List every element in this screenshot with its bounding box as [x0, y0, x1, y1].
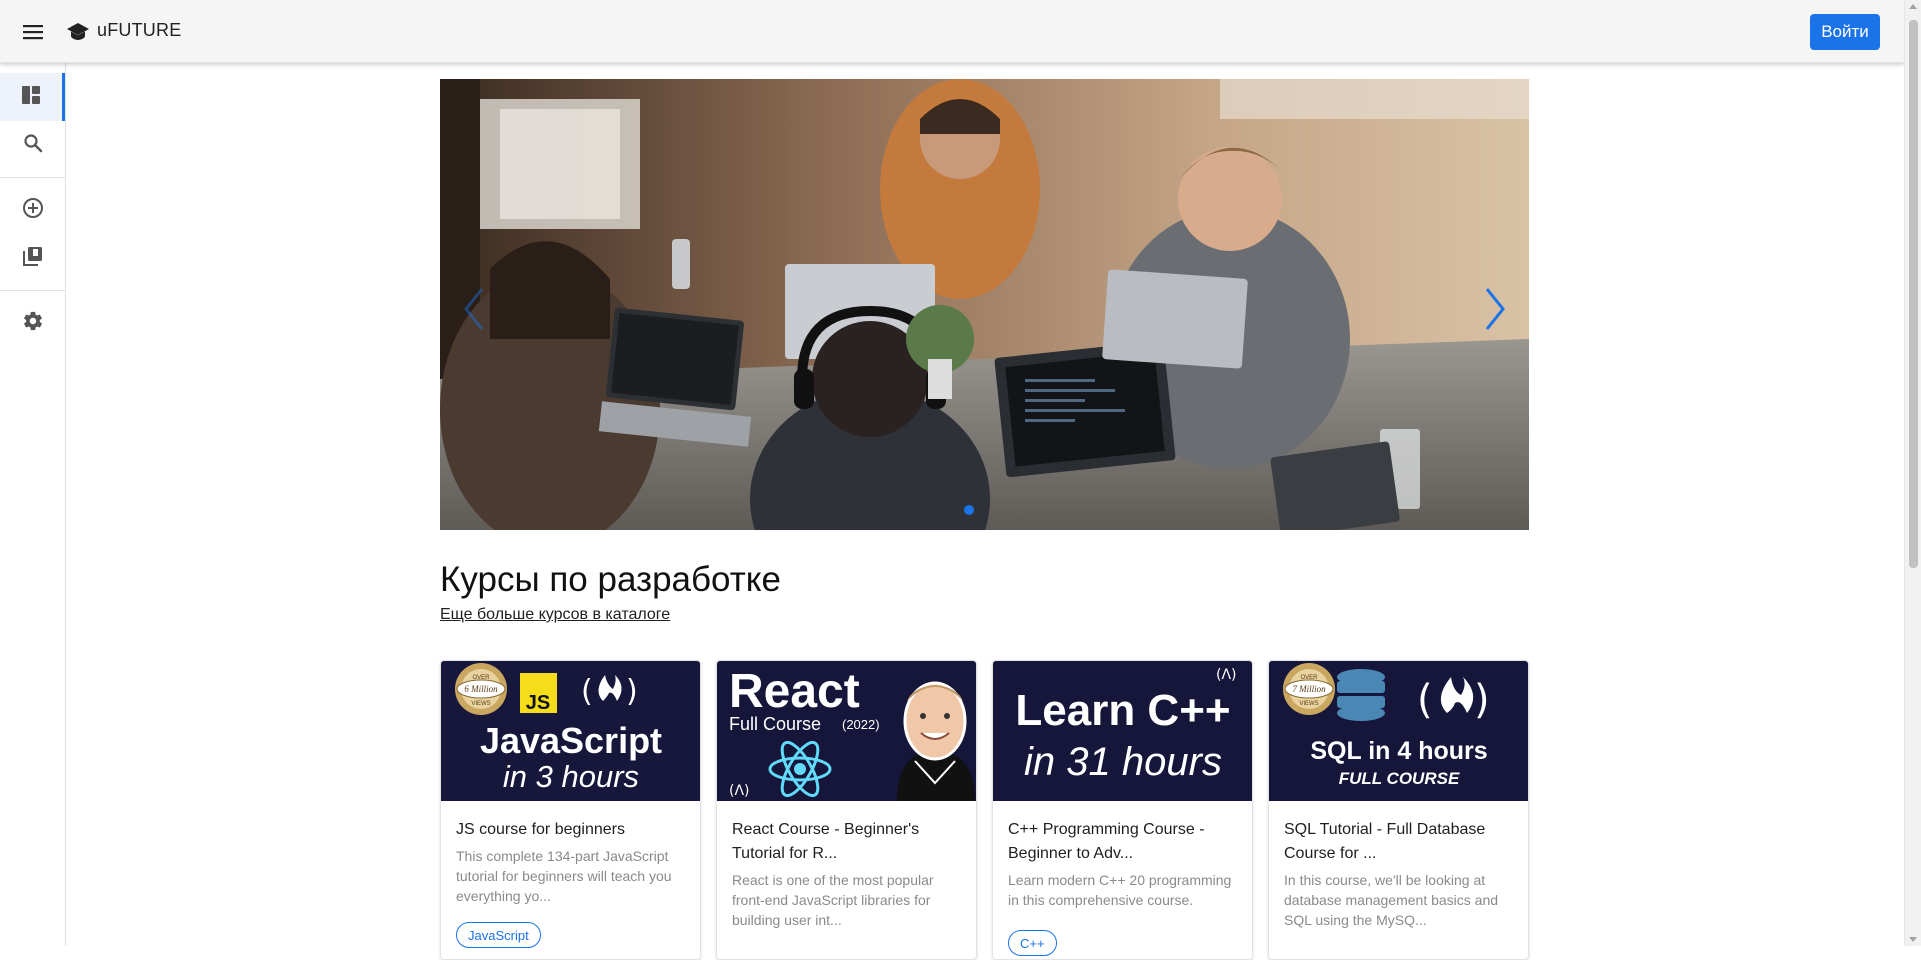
section-title: Курсы по разработке: [440, 560, 781, 599]
carousel-prev-button[interactable]: [454, 279, 494, 339]
course-title[interactable]: JS course for beginners: [456, 818, 691, 842]
course-title[interactable]: React Course - Beginner's Tutorial for R…: [732, 818, 967, 866]
svg-text:in 3 hours: in 3 hours: [503, 759, 639, 794]
app-bar: uFUTURE Войти: [0, 0, 1904, 63]
catalog-link[interactable]: Еще больше курсов в каталоге: [440, 606, 670, 624]
scrollbar-thumb[interactable]: [1909, 20, 1918, 568]
sidebar-item-search[interactable]: [0, 121, 65, 169]
course-thumbnail: OVER 6 Million VIEWS JS ( ) JavaScript i…: [441, 661, 700, 801]
scroll-up-arrow[interactable]: [1909, 4, 1917, 9]
hero-carousel[interactable]: [440, 79, 1529, 530]
course-description: In this course, we'll be looking at data…: [1284, 872, 1499, 928]
svg-text:in 31 hours: in 31 hours: [1024, 740, 1222, 784]
svg-text:FULL COURSE: FULL COURSE: [1339, 769, 1460, 788]
carousel-indicator[interactable]: [964, 505, 974, 515]
search-icon: [23, 133, 43, 158]
login-button[interactable]: Войти: [1810, 14, 1880, 50]
sidebar-item-create[interactable]: [0, 186, 65, 234]
course-tag[interactable]: JavaScript: [456, 922, 541, 948]
course-card-sql[interactable]: OVER 7 Million VIEWS ( ) SQL in 4 hours …: [1268, 660, 1529, 960]
svg-text:7 Million: 7 Million: [1292, 684, 1326, 694]
sidebar-item-settings[interactable]: [0, 299, 65, 347]
sidebar-item-library[interactable]: [0, 234, 65, 282]
sidebar-divider: [0, 290, 65, 291]
course-title[interactable]: SQL Tutorial - Full Database Course for …: [1284, 818, 1519, 866]
menu-icon[interactable]: [20, 19, 46, 45]
svg-text:6 Million: 6 Million: [464, 684, 498, 694]
course-card-react[interactable]: React Full Course (2022) (ᐱ) React Cours…: [716, 660, 977, 960]
dashboard-icon: [21, 85, 41, 110]
svg-text:): ): [626, 674, 638, 709]
sidebar: [0, 63, 66, 946]
svg-text:Full Course: Full Course: [729, 714, 821, 734]
course-description: Learn modern C++ 20 programming in this …: [1008, 872, 1232, 908]
svg-text:): ): [1474, 677, 1490, 723]
svg-text:(: (: [1417, 677, 1433, 723]
carousel-next-button[interactable]: [1475, 279, 1515, 339]
svg-text:JavaScript: JavaScript: [480, 720, 662, 761]
svg-text:OVER: OVER: [472, 675, 490, 681]
svg-text:JS: JS: [526, 692, 550, 714]
svg-text:React: React: [729, 665, 860, 718]
chevron-left-icon: [454, 288, 494, 343]
hero-photo: [440, 79, 1529, 530]
svg-text:(2022): (2022): [842, 717, 880, 732]
course-description: React is one of the most popular front-e…: [732, 872, 934, 928]
chevron-right-icon: [1475, 288, 1515, 343]
vertical-scrollbar[interactable]: [1904, 0, 1921, 946]
course-thumbnail: React Full Course (2022) (ᐱ): [717, 661, 976, 801]
course-card-cpp[interactable]: (ᐱ) Learn C++ in 31 hours C++ Programmin…: [992, 660, 1253, 960]
sidebar-divider: [0, 177, 65, 178]
course-description: This complete 134-part JavaScript tutori…: [456, 848, 672, 904]
svg-text:VIEWS: VIEWS: [471, 701, 490, 707]
svg-text:Learn C++: Learn C++: [1015, 686, 1230, 735]
svg-text:OVER: OVER: [1300, 675, 1318, 681]
sidebar-item-dashboard[interactable]: [0, 73, 65, 121]
course-tag[interactable]: C++: [1008, 930, 1057, 956]
course-card-js[interactable]: OVER 6 Million VIEWS JS ( ) JavaScript i…: [440, 660, 701, 960]
brand-name[interactable]: uFUTURE: [97, 20, 181, 41]
add-circle-icon: [22, 197, 44, 224]
course-thumbnail: OVER 7 Million VIEWS ( ) SQL in 4 hours …: [1269, 661, 1528, 801]
scroll-down-arrow[interactable]: [1909, 937, 1917, 942]
svg-text:SQL in 4 hours: SQL in 4 hours: [1310, 737, 1487, 765]
svg-text:(ᐱ): (ᐱ): [729, 783, 750, 799]
svg-text:VIEWS: VIEWS: [1299, 701, 1318, 707]
gear-icon: [22, 310, 44, 337]
svg-text:(: (: [581, 674, 593, 709]
svg-text:(ᐱ): (ᐱ): [1216, 667, 1237, 683]
graduation-cap-icon: [64, 18, 92, 46]
library-icon: [22, 245, 44, 272]
course-title[interactable]: C++ Programming Course - Beginner to Adv…: [1008, 818, 1243, 866]
course-thumbnail: (ᐱ) Learn C++ in 31 hours: [993, 661, 1252, 801]
